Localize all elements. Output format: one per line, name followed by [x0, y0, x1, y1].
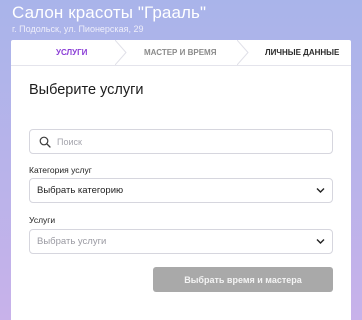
services-label: Услуги — [29, 215, 56, 225]
booking-card: УСЛУГИ МАСТЕР И ВРЕМЯ ЛИЧНЫЕ ДАННЫЕ Выбе… — [11, 40, 351, 320]
salon-name: Салон красоты "Грааль" — [12, 3, 207, 22]
step-separator — [237, 40, 249, 65]
booking-steps: УСЛУГИ МАСТЕР И ВРЕМЯ ЛИЧНЫЕ ДАННЫЕ — [11, 40, 351, 65]
step-separator — [115, 40, 127, 65]
salon-header: Салон красоты "Грааль" г. Подольск, ул. … — [12, 3, 206, 35]
category-label: Категория услуг — [29, 165, 92, 175]
category-select-value: Выбрать категорию — [37, 185, 124, 196]
chevron-down-icon — [316, 239, 325, 244]
services-select[interactable]: Выбрать услуги — [29, 229, 333, 254]
step-master-and-time[interactable]: МАСТЕР И ВРЕМЯ — [144, 40, 216, 65]
salon-address: г. Подольск, ул. Пионерская, 29 — [12, 24, 144, 34]
category-select[interactable]: Выбрать категорию — [29, 178, 333, 203]
step-personal-data[interactable]: ЛИЧНЫЕ ДАННЫЕ — [265, 40, 339, 65]
search-input[interactable] — [57, 130, 317, 153]
services-select-value: Выбрать услуги — [37, 236, 107, 247]
search-field[interactable] — [29, 129, 333, 154]
steps-divider — [11, 65, 351, 66]
page-title: Выберите услуги — [29, 82, 144, 98]
choose-time-and-master-button[interactable]: Выбрать время и мастера — [153, 267, 333, 292]
step-services[interactable]: УСЛУГИ — [56, 40, 87, 65]
search-icon — [39, 136, 51, 148]
chevron-down-icon — [316, 188, 325, 193]
